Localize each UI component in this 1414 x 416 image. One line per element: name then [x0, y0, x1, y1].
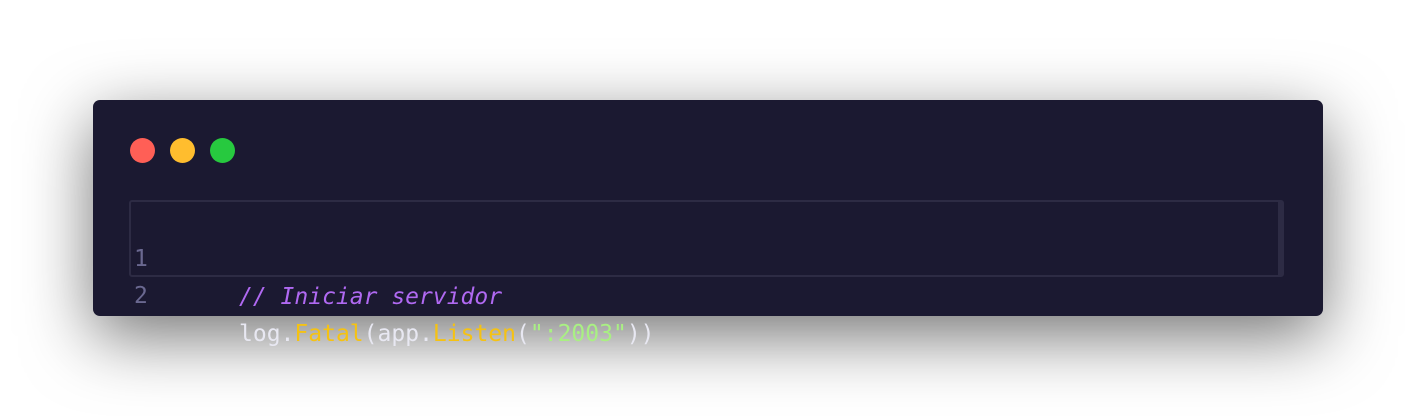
code-window: 1 // Iniciar servidor 2 log.Fatal(app.Li… [93, 100, 1323, 347]
code-line-1: 1 // Iniciar servidor [131, 202, 502, 310]
line-number: 2 [134, 283, 148, 309]
canvas: 1 // Iniciar servidor 2 log.Fatal(app.Li… [0, 0, 1414, 416]
string-token: ":2003" [529, 321, 627, 347]
code-line-2: 2 log.Fatal(app.Listen(":2003")) [131, 239, 655, 347]
editor-scrollbar[interactable] [1278, 202, 1282, 275]
punctuation-token: ( [516, 321, 530, 347]
punctuation-token: . [419, 321, 433, 347]
punctuation-token: . [280, 321, 295, 347]
punctuation-token: )) [626, 321, 655, 347]
code-editor[interactable]: 1 // Iniciar servidor 2 log.Fatal(app.Li… [129, 200, 1284, 347]
comment-token: // Iniciar servidor [239, 284, 503, 310]
identifier-token: app [377, 321, 420, 347]
punctuation-token: ( [363, 321, 378, 347]
close-button[interactable] [130, 138, 155, 163]
maximize-button[interactable] [210, 138, 235, 163]
code-content: // Iniciar servidor [239, 278, 502, 316]
function-token: Fatal [294, 321, 364, 347]
minimize-button[interactable] [170, 138, 195, 163]
code-content: log.Fatal(app.Listen(":2003")) [239, 315, 655, 353]
identifier-token: log [239, 321, 281, 347]
function-token: Listen [432, 321, 517, 347]
